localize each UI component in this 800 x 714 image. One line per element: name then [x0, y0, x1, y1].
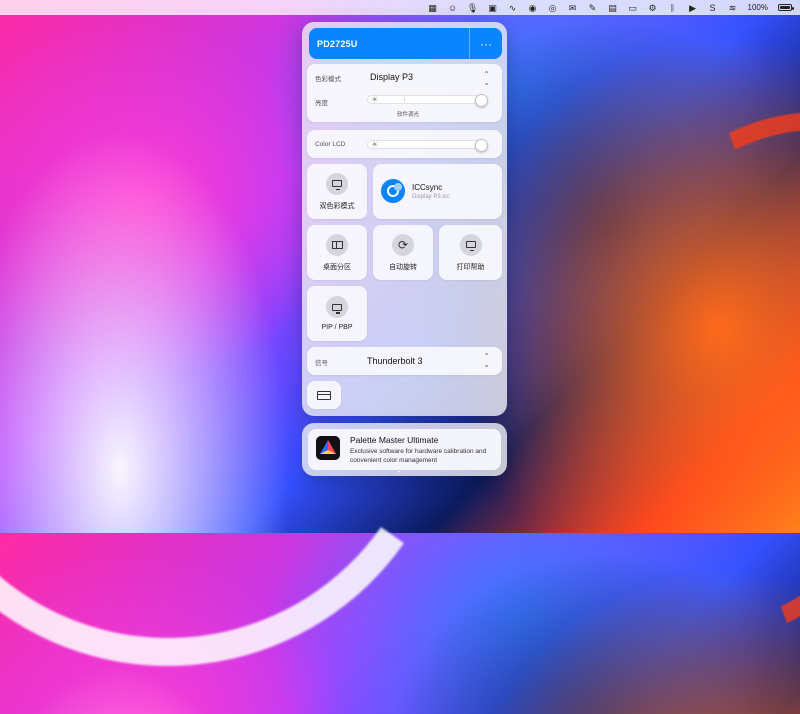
rotate-icon: ⟳ — [392, 233, 414, 256]
qr-icon[interactable]: ▣ — [488, 3, 498, 13]
auto-rotate-label: 自动旋转 — [389, 263, 417, 271]
more-button[interactable]: ··· — [469, 28, 502, 59]
monitor-name: PD2725U — [317, 38, 358, 49]
battery-percent: 100% — [747, 3, 768, 12]
brightness-slider[interactable]: ☀ — [367, 94, 488, 107]
battery-fill — [780, 6, 790, 9]
pip-icon — [326, 296, 348, 318]
promo-panel: Palette Master Ultimate Exclusive softwa… — [302, 423, 507, 476]
signal-label: 信号 — [315, 360, 328, 367]
color-mode-label: 色彩模式 — [315, 76, 341, 83]
slider-tick — [404, 97, 405, 102]
menu-bar: ▦ ☺ 🎙 ▣ ∿ ◉ ◎ ✉ ✎ ▤ ▭ ⚙ ᛒ ▶ S ≋ 100% — [0, 0, 800, 15]
wifi-icon[interactable]: ≋ — [728, 3, 738, 13]
color-mode-value[interactable]: Display P3 — [370, 72, 413, 82]
color-lcd-thumb[interactable] — [474, 139, 488, 152]
display-control-panel: PD2725U ··· 色彩模式 Display P3 ⌃ ⌄ 亮度 ☀ 软件调光… — [302, 22, 507, 416]
pip-pbp-tile[interactable]: PIP / PBP — [307, 286, 367, 341]
folder-icon[interactable]: ▤ — [608, 3, 618, 13]
color-lcd-label: Color LCD — [315, 141, 346, 148]
wechat-icon[interactable]: ◎ — [548, 3, 558, 13]
note-icon[interactable]: ✎ — [588, 3, 598, 13]
palette-master-logo — [316, 436, 340, 460]
auto-rotate-tile[interactable]: ⟳ 自动旋转 — [373, 225, 433, 280]
eye-icon[interactable]: ◉ — [528, 3, 538, 13]
bluetooth-icon[interactable]: ᛒ — [668, 3, 678, 13]
desktop-partition-label: 桌面分区 — [323, 263, 351, 271]
print-icon — [459, 233, 482, 256]
screen-icon[interactable]: ▭ — [628, 3, 638, 13]
play-icon[interactable]: ▶ — [688, 3, 698, 13]
monitor-glyph — [332, 303, 342, 314]
activity-icon[interactable]: ∿ — [508, 3, 518, 13]
iccsync-tile[interactable]: ICCsync Display P3.icc — [373, 164, 502, 219]
iccsync-title: ICCsync — [412, 183, 443, 192]
panel-header: PD2725U ··· — [309, 28, 502, 59]
window-layout-button[interactable] — [307, 381, 341, 409]
brightness-thumb[interactable] — [474, 94, 488, 107]
mic-icon[interactable]: 🎙 — [467, 3, 478, 13]
color-lcd-slider[interactable]: ☀ — [367, 139, 488, 152]
signal-card[interactable]: 信号 Thunderbolt 3 ⌃ ⌄ — [307, 347, 502, 375]
wallpaper-swoosh-orange — [461, 42, 800, 714]
pip-pbp-label: PIP / PBP — [321, 324, 353, 331]
promo-title: Palette Master Ultimate — [350, 435, 439, 445]
grid-icon[interactable]: ▦ — [428, 3, 438, 13]
s-icon[interactable]: S — [708, 3, 718, 13]
monitor-glyph — [465, 241, 476, 251]
sun-icon: ☀ — [371, 95, 379, 104]
dual-color-mode-tile[interactable]: 双色彩模式 — [307, 164, 367, 219]
dual-monitor-icon — [326, 172, 348, 195]
page-indicator: • — [398, 470, 402, 476]
brightness-label: 亮度 — [315, 100, 328, 107]
monitor-glyph — [332, 180, 342, 190]
smiley-icon[interactable]: ☺ — [448, 3, 458, 13]
signal-value: Thunderbolt 3 — [367, 356, 423, 366]
palette-master-card[interactable]: Palette Master Ultimate Exclusive softwa… — [308, 429, 501, 470]
color-mode-card: 色彩模式 Display P3 ⌃ ⌄ 亮度 ☀ 软件调光 — [307, 64, 502, 122]
window-icon — [317, 390, 331, 400]
iccsync-icon — [381, 179, 405, 203]
promo-description: Exclusive software for hardware calibrat… — [350, 448, 487, 464]
chevron-updown-icon[interactable]: ⌃ ⌄ — [483, 353, 490, 369]
cog-icon[interactable]: ⚙ — [648, 3, 658, 13]
chevron-updown-icon[interactable]: ⌃ ⌄ — [483, 71, 490, 87]
battery-icon[interactable] — [778, 4, 794, 11]
sun-icon: ☀ — [371, 140, 379, 149]
color-lcd-card: Color LCD ☀ — [307, 130, 502, 158]
print-help-label: 打印帮助 — [456, 263, 485, 271]
chat-icon[interactable]: ✉ — [568, 3, 578, 13]
software-dimming-label: 软件调光 — [397, 112, 420, 118]
desktop-partition-tile[interactable]: 桌面分区 — [307, 225, 367, 280]
iccsync-profile: Display P3.icc — [412, 194, 450, 200]
print-help-tile[interactable]: 打印帮助 — [439, 225, 502, 280]
split-screen-icon — [326, 233, 348, 256]
dual-color-mode-label: 双色彩模式 — [319, 202, 355, 210]
